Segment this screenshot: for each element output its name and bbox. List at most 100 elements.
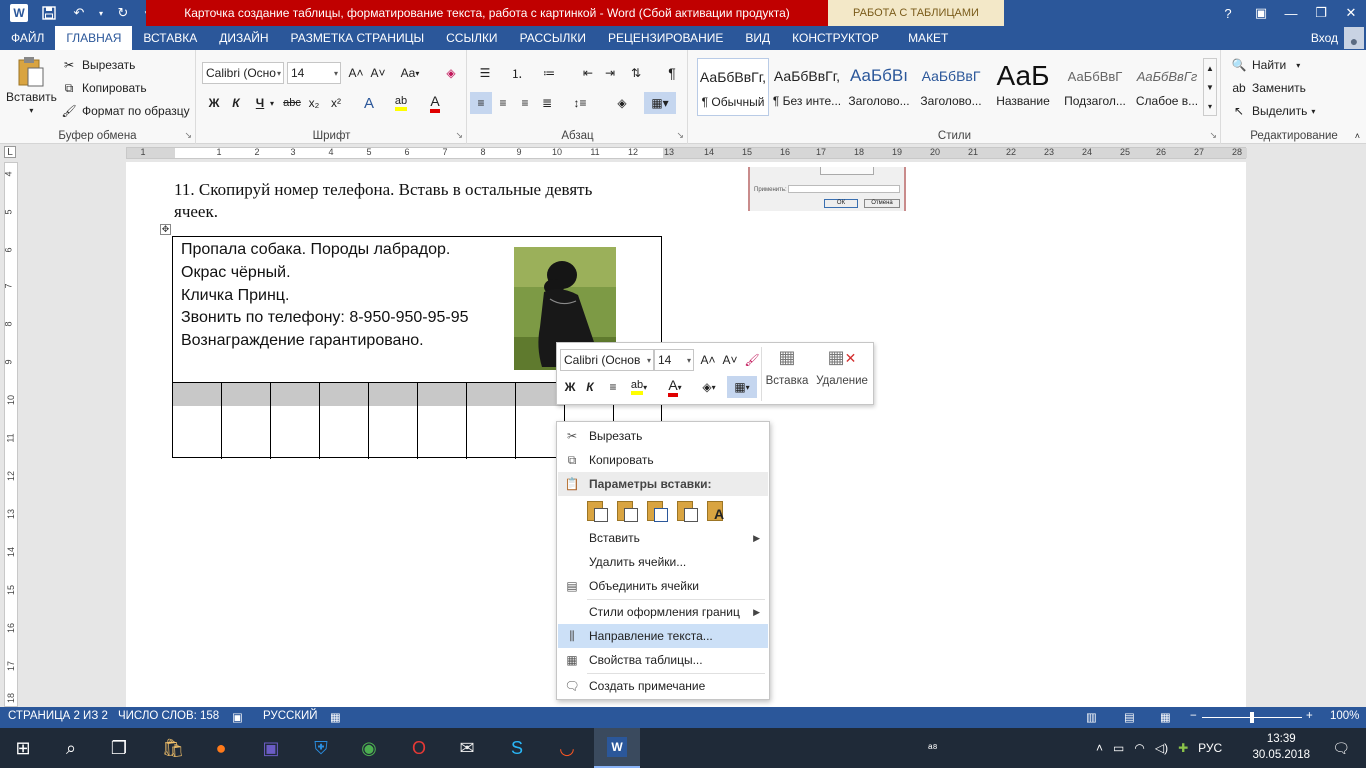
- horizontal-ruler[interactable]: 1 1 2 3 4 5 6 7 8 9 10 11 12 13 14 15 16…: [126, 147, 1247, 159]
- font-size-combo[interactable]: 14 ▾: [287, 62, 341, 84]
- tab-design[interactable]: ДИЗАЙН: [208, 26, 279, 50]
- redo-icon[interactable]: ↻: [110, 2, 136, 24]
- mini-bold-button[interactable]: Ж: [561, 376, 579, 398]
- tab-mailings[interactable]: РАССЫЛКИ: [509, 26, 597, 50]
- ad-text-cell[interactable]: Пропала собака. Породы лабрадор. Окрас ч…: [181, 239, 469, 353]
- style-no-spacing[interactable]: АаБбВвГг, ¶ Без инте...: [771, 58, 843, 116]
- tray-expand-icon[interactable]: ˄: [1096, 741, 1103, 755]
- decrease-indent-icon[interactable]: ⇤: [578, 62, 598, 84]
- clock[interactable]: 13:39 30.05.2018: [1252, 731, 1310, 763]
- style-heading-1[interactable]: АаБбВı Заголово...: [843, 58, 915, 116]
- tab-page-layout[interactable]: РАЗМЕТКА СТРАНИЦЫ: [280, 26, 436, 50]
- justify-icon[interactable]: ≣: [536, 92, 558, 114]
- style-subtle-emphasis[interactable]: АаБбВвГг Слабое в...: [1131, 58, 1203, 116]
- paragraph-launcher-icon[interactable]: ↘: [676, 130, 684, 141]
- mini-delete-button[interactable]: ▦✕ Удаление: [813, 347, 871, 401]
- copy-button[interactable]: ⧉ Копировать: [60, 79, 147, 97]
- borders-icon[interactable]: ▦▾: [644, 92, 676, 114]
- paste-merge-table-icon[interactable]: [617, 499, 639, 523]
- vertical-ruler[interactable]: 4 5 6 7 8 9 10 11 12 13 14 15 16 17 18: [4, 162, 18, 707]
- style-normal[interactable]: АаБбВвГг, ¶ Обычный: [697, 58, 769, 116]
- task-view-icon[interactable]: ❐: [96, 728, 142, 768]
- mini-borders-icon[interactable]: ▦ ▾: [727, 376, 757, 398]
- align-left-icon[interactable]: ≡: [470, 92, 492, 114]
- increase-indent-icon[interactable]: ⇥: [600, 62, 620, 84]
- grow-font-button[interactable]: A˄: [347, 62, 365, 84]
- subscript-button[interactable]: x₂: [305, 92, 323, 114]
- paste-text-only-icon[interactable]: A: [707, 499, 729, 523]
- people-icon[interactable]: ᵃ⁸: [928, 728, 938, 768]
- skype-icon[interactable]: S: [494, 728, 540, 768]
- tab-review[interactable]: РЕЦЕНЗИРОВАНИЕ: [597, 26, 734, 50]
- minimize-button[interactable]: —: [1276, 0, 1306, 26]
- windows-start-icon[interactable]: ⊞: [0, 728, 46, 768]
- mini-italic-button[interactable]: К: [581, 376, 599, 398]
- mini-insert-button[interactable]: ▦ Вставка: [765, 347, 809, 401]
- menu-item-border-styles[interactable]: Стили оформления границ ▶: [558, 600, 768, 624]
- show-marks-icon[interactable]: ¶: [662, 62, 682, 84]
- table-move-handle-icon[interactable]: ✥: [160, 224, 171, 235]
- table-cell[interactable]: [418, 383, 467, 459]
- style-heading-2[interactable]: АаБбВвГ Заголово...: [915, 58, 987, 116]
- shrink-font-button[interactable]: A˅: [369, 62, 387, 84]
- paste-button[interactable]: Вставить ▾: [6, 56, 57, 115]
- paste-nest-table-icon[interactable]: [587, 499, 609, 523]
- menu-item-merge-cells[interactable]: ▤ Объединить ячейки: [558, 574, 768, 598]
- chrome-icon[interactable]: ◉: [346, 728, 392, 768]
- zoom-slider-thumb[interactable]: [1250, 712, 1254, 723]
- align-center-icon[interactable]: ≡: [492, 92, 514, 114]
- menu-item-new-comment[interactable]: 🗨 Создать примечание: [558, 674, 768, 698]
- update-icon[interactable]: ✚: [1178, 741, 1188, 755]
- document-text-line[interactable]: ячеек.: [174, 202, 218, 222]
- search-icon[interactable]: ⌕: [48, 728, 94, 768]
- select-button[interactable]: ↖ Выделить ▾: [1230, 102, 1315, 120]
- zoom-in-icon[interactable]: +: [1306, 710, 1313, 722]
- strikethrough-button[interactable]: abc: [281, 92, 303, 114]
- italic-button[interactable]: К: [227, 92, 245, 114]
- font-launcher-icon[interactable]: ↘: [455, 130, 463, 141]
- input-language[interactable]: РУС: [1198, 741, 1222, 755]
- mini-highlight-icon[interactable]: ab ▾: [625, 376, 653, 398]
- wifi-icon[interactable]: ◠: [1134, 741, 1144, 755]
- mail-icon[interactable]: ✉: [444, 728, 490, 768]
- mini-format-painter-icon[interactable]: 🖌: [743, 349, 761, 371]
- table-cell[interactable]: [173, 383, 222, 459]
- help-button[interactable]: ?: [1210, 0, 1246, 26]
- firefox-icon[interactable]: ●: [198, 728, 244, 768]
- shield-icon[interactable]: ⛨: [298, 728, 344, 768]
- align-right-icon[interactable]: ≡: [514, 92, 536, 114]
- proofing-icon[interactable]: ▣: [232, 710, 243, 724]
- styles-launcher-icon[interactable]: ↘: [1209, 130, 1217, 141]
- read-mode-icon[interactable]: ▥: [1086, 710, 1097, 724]
- table-cell[interactable]: [467, 383, 516, 459]
- notifications-icon[interactable]: 🗨: [1332, 728, 1350, 768]
- avatar[interactable]: ●: [1344, 27, 1364, 49]
- style-title[interactable]: АаБ Название: [987, 58, 1059, 116]
- line-spacing-icon[interactable]: ↕≡: [566, 92, 594, 114]
- table-cell[interactable]: [222, 383, 271, 459]
- shading-icon[interactable]: ◈: [608, 92, 636, 114]
- tab-table-layout[interactable]: МАКЕТ: [890, 26, 966, 50]
- volume-icon[interactable]: ◁): [1155, 741, 1168, 755]
- sort-icon[interactable]: ⇅: [626, 62, 646, 84]
- macro-record-icon[interactable]: ▦: [330, 710, 341, 724]
- tab-references[interactable]: ССЫЛКИ: [435, 26, 508, 50]
- print-layout-icon[interactable]: ▤: [1124, 710, 1135, 724]
- web-layout-icon[interactable]: ▦: [1160, 710, 1171, 724]
- bullets-icon[interactable]: ☰: [472, 62, 498, 84]
- mini-center-icon[interactable]: ≡: [603, 376, 623, 398]
- clipboard-launcher-icon[interactable]: ↘: [184, 130, 192, 141]
- paste-overwrite-cells-icon[interactable]: [677, 499, 699, 523]
- pocket-icon[interactable]: ◡: [544, 728, 590, 768]
- tab-home[interactable]: ГЛАВНАЯ: [55, 26, 133, 50]
- find-button[interactable]: 🔍 Найти ▾: [1230, 56, 1301, 74]
- table-cell[interactable]: [271, 383, 320, 459]
- mini-font-color-icon[interactable]: A ▾: [661, 376, 689, 398]
- numbering-icon[interactable]: ⒈: [504, 62, 530, 84]
- menu-item-delete-cells[interactable]: Удалить ячейки...: [558, 550, 768, 574]
- ribbon-display-options-icon[interactable]: ▣: [1246, 0, 1276, 26]
- opera-icon[interactable]: O: [396, 728, 442, 768]
- superscript-button[interactable]: x²: [327, 92, 345, 114]
- menu-item-text-direction[interactable]: ⫼ Направление текста...: [558, 624, 768, 648]
- floppy-app-icon[interactable]: ▣: [248, 728, 294, 768]
